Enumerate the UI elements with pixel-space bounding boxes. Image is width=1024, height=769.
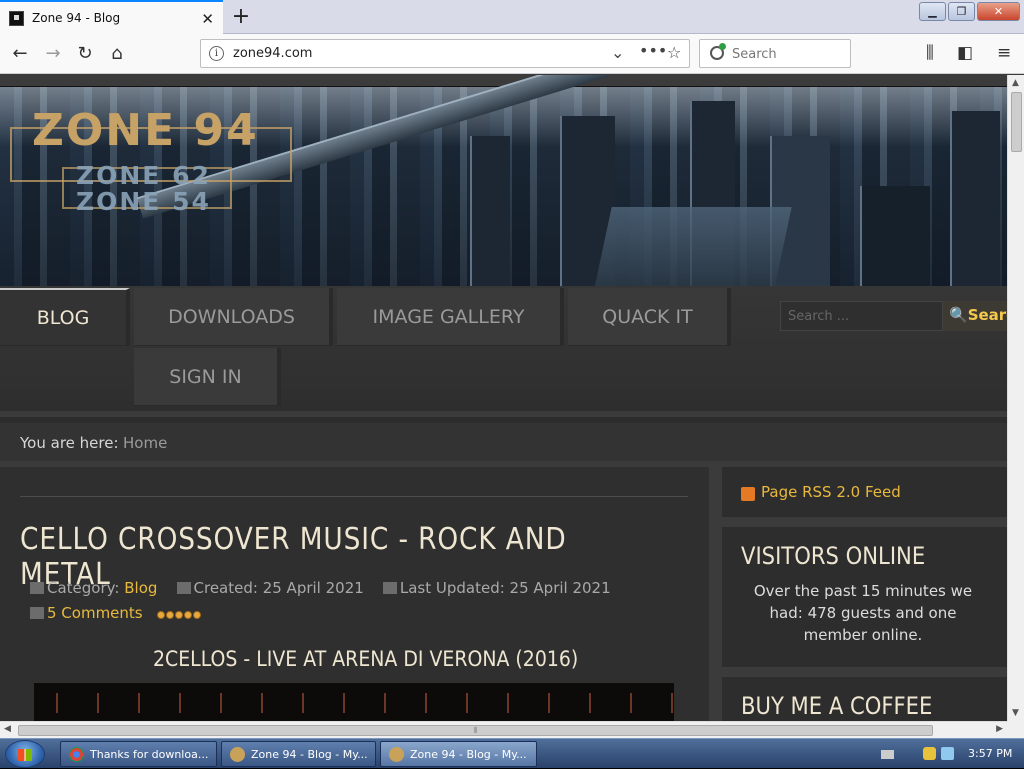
rss-feed-module: Page RSS 2.0 Feed: [722, 467, 1007, 517]
site-search-input[interactable]: Search ...: [780, 301, 943, 331]
url-text[interactable]: zone94.com: [233, 46, 312, 61]
close-tab-icon[interactable]: ✕: [201, 10, 214, 28]
zone94-app-icon: [230, 746, 245, 762]
windows-taskbar: Thanks for downloa... Zone 94 - Blog - M…: [0, 738, 1024, 768]
scroll-right-arrow-icon[interactable]: ▶: [996, 724, 1003, 734]
reload-icon[interactable]: ↻: [73, 42, 97, 66]
magnifier-icon: 🔍: [949, 306, 968, 324]
hamburger-menu-icon[interactable]: ≡: [997, 43, 1011, 63]
zone94-app-icon: [389, 746, 404, 762]
back-arrow-icon[interactable]: ←: [8, 42, 32, 66]
breadcrumb-home-link[interactable]: Home: [123, 434, 167, 452]
tab-title: Zone 94 - Blog: [32, 11, 121, 25]
article-panel: CELLO CROSSOVER MUSIC - ROCK AND METAL C…: [0, 467, 709, 721]
browser-search-bar[interactable]: Search: [699, 39, 851, 68]
library-icon[interactable]: ⫼: [926, 43, 934, 63]
bookmark-star-icon[interactable]: ☆: [667, 43, 681, 62]
home-icon[interactable]: ⌂: [105, 42, 129, 66]
menu-item-image-gallery[interactable]: IMAGE GALLERY: [337, 288, 564, 346]
logo-sub-text-2: ZONE 54: [76, 187, 211, 216]
minimize-button[interactable]: ▁: [919, 2, 946, 21]
scrollbar-corner: [1007, 721, 1024, 738]
new-tab-plus-icon[interactable]: +: [230, 4, 252, 29]
created-date: Created: 25 April 2021: [193, 579, 364, 597]
taskbar-item-label: Zone 94 - Blog - My...: [410, 747, 527, 761]
horizontal-scrollbar[interactable]: ◀ ⦀ ▶: [0, 721, 1007, 738]
taskbar-clock[interactable]: 3:57 PM: [968, 747, 1012, 760]
taskbar-item-firefox-1[interactable]: Zone 94 - Blog - My...: [221, 741, 376, 767]
system-tray: 3:57 PM: [875, 739, 1024, 769]
breadcrumb-label: You are here:: [20, 434, 119, 452]
logo-sub-text-1: ZONE 62: [76, 161, 211, 190]
security-shield-icon[interactable]: [923, 747, 936, 760]
rss-feed-link[interactable]: Page RSS 2.0 Feed: [761, 483, 901, 501]
search-placeholder: Search: [732, 47, 777, 62]
start-button[interactable]: [5, 740, 45, 768]
comments-link[interactable]: 5 Comments: [30, 604, 143, 622]
updated-date: Last Updated: 25 April 2021: [399, 579, 611, 597]
vertical-scrollbar[interactable]: ▲ ▼: [1007, 75, 1024, 721]
rating-stars[interactable]: [157, 605, 202, 623]
scroll-down-arrow-icon[interactable]: ▼: [1012, 708, 1019, 718]
site-banner-image: ZONE 94 ZONE 62 ZONE 54: [0, 75, 1007, 317]
site-search-button-label: Search: [967, 306, 1007, 324]
navigation-toolbar: ← → ↻ ⌂ i zone94.com ⌄ ••• ☆ Search ⫼ ◧ …: [0, 34, 1024, 74]
page-actions-icon[interactable]: •••: [639, 41, 667, 60]
chrome-icon: [69, 746, 84, 762]
visitors-online-module: VISITORS ONLINE Over the past 15 minutes…: [722, 527, 1007, 667]
scroll-left-arrow-icon[interactable]: ◀: [4, 724, 11, 734]
horizontal-scroll-thumb[interactable]: ⦀: [18, 725, 933, 736]
article-meta: Category: Blog Created: 25 April 2021 La…: [30, 579, 611, 597]
dropdown-chevron-icon[interactable]: ⌄: [611, 43, 624, 62]
divider: [20, 496, 688, 497]
video-title: 2CELLOS - LIVE AT ARENA DI VERONA (2016): [153, 647, 579, 671]
taskbar-item-label: Zone 94 - Blog - My...: [251, 747, 368, 761]
site-favicon-icon: [9, 10, 24, 26]
sidebar-toggle-icon[interactable]: ◧: [957, 43, 973, 63]
tab-bar: Zone 94 - Blog ✕ + ▁ ❐ ✕: [0, 0, 1024, 34]
vertical-scroll-thumb[interactable]: [1011, 92, 1022, 152]
comment-icon: [30, 607, 44, 619]
tab-zone94-blog[interactable]: Zone 94 - Blog ✕: [0, 0, 223, 34]
visitors-online-title: VISITORS ONLINE: [741, 542, 926, 570]
search-engine-icon: [710, 43, 726, 60]
browser-window: Zone 94 - Blog ✕ + ▁ ❐ ✕ ← → ↻ ⌂ i zone9…: [0, 0, 1024, 768]
logo-main-text: ZONE 94: [32, 105, 259, 156]
menu-item-blog[interactable]: BLOG: [0, 288, 130, 346]
embedded-video[interactable]: [34, 683, 674, 721]
site-search-button[interactable]: 🔍Search: [943, 301, 1007, 331]
forward-arrow-icon[interactable]: →: [41, 42, 65, 66]
url-bar[interactable]: i zone94.com ⌄ ••• ☆: [200, 39, 690, 68]
menu-item-quack-it[interactable]: QUACK IT: [568, 288, 731, 346]
category-link[interactable]: Blog: [124, 579, 157, 597]
scroll-up-arrow-icon[interactable]: ▲: [1012, 78, 1019, 88]
buy-me-coffee-module: BUY ME A COFFEE: [722, 677, 1007, 721]
keyboard-icon[interactable]: [881, 750, 894, 759]
taskbar-item-label: Thanks for downloa...: [90, 747, 209, 761]
menu-item-downloads[interactable]: DOWNLOADS: [134, 288, 333, 346]
site-logo[interactable]: ZONE 94 ZONE 62 ZONE 54: [10, 105, 292, 216]
close-window-button[interactable]: ✕: [977, 2, 1020, 21]
window-controls: ▁ ❐ ✕: [919, 2, 1020, 21]
taskbar-item-chrome[interactable]: Thanks for downloa...: [60, 741, 217, 767]
taskbar-item-firefox-2[interactable]: Zone 94 - Blog - My...: [380, 741, 537, 767]
menu-item-sign-in[interactable]: SIGN IN: [134, 348, 281, 406]
rss-icon: [741, 487, 755, 501]
article-meta-2: 5 Comments: [30, 604, 202, 623]
calendar-edit-icon: [382, 582, 397, 594]
calendar-icon: [176, 582, 191, 594]
site-main-menu: BLOG DOWNLOADS IMAGE GALLERY QUACK IT SI…: [0, 286, 1007, 411]
visitors-online-text: Over the past 15 minutes we had: 478 gue…: [753, 582, 973, 644]
page-viewport: ZONE 94 ZONE 62 ZONE 54 BLOG DOWNLOADS I…: [0, 75, 1007, 721]
restore-button[interactable]: ❐: [948, 2, 975, 21]
site-info-icon[interactable]: i: [209, 46, 224, 61]
folder-icon: [30, 582, 44, 594]
breadcrumb: You are here: Home: [0, 417, 1007, 461]
buy-me-coffee-title: BUY ME A COFFEE: [741, 692, 933, 720]
category-label: Category:: [47, 579, 120, 597]
network-icon[interactable]: [941, 747, 954, 760]
